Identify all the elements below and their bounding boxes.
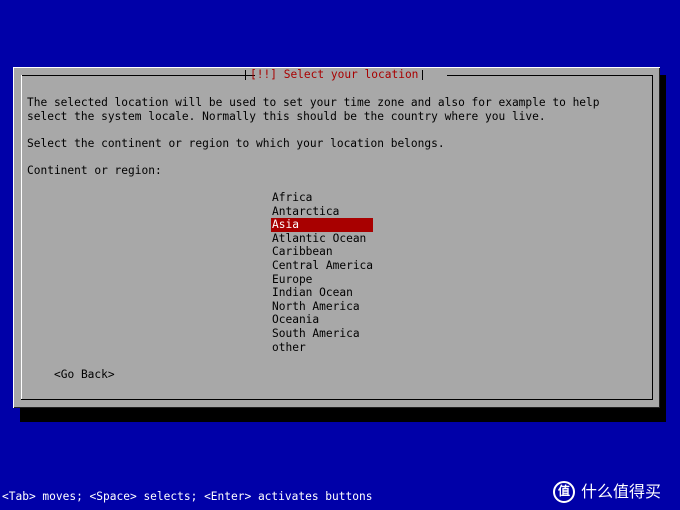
continent-option[interactable]: Africa <box>271 191 373 205</box>
continent-option[interactable]: Caribbean <box>271 245 373 259</box>
continent-option[interactable]: Asia <box>271 218 373 232</box>
continent-option[interactable]: Oceania <box>271 313 373 327</box>
frame-line <box>447 75 653 76</box>
watermark-logo-icon: 值 <box>553 481 575 503</box>
prompt-text: Select the continent or region to which … <box>27 137 445 150</box>
continent-option[interactable]: other <box>271 341 373 355</box>
continent-list[interactable]: Africa Antarctica Asia Atlantic Ocean Caribb… <box>271 191 373 354</box>
continent-option[interactable]: Indian Ocean <box>271 286 373 300</box>
continent-option[interactable]: North America <box>271 300 373 314</box>
continent-option[interactable]: South America <box>271 327 373 341</box>
dialog-title: [!!] Select your location <box>241 68 427 82</box>
title-space <box>277 68 284 82</box>
continent-field-label: Continent or region: <box>27 164 162 177</box>
frame-line <box>21 75 22 400</box>
select-location-dialog: [!!] Select your location The selected l… <box>13 67 660 408</box>
watermark-text: 什么值得买 <box>581 482 662 502</box>
go-back-button[interactable]: <Go Back> <box>54 368 115 382</box>
continent-option[interactable]: Europe <box>271 273 373 287</box>
watermark: 值 什么值得买 <box>553 481 661 503</box>
installer-screen: [!!] Select your location The selected l… <box>0 0 680 510</box>
title-priority: [!!] <box>250 68 277 82</box>
help-bar: <Tab> moves; <Space> selects; <Enter> ac… <box>2 490 373 503</box>
frame-line <box>21 399 653 400</box>
frame-line <box>652 75 653 400</box>
frame-line <box>21 75 255 76</box>
title-divider <box>422 70 424 80</box>
dialog-title-text: Select your location <box>283 68 419 82</box>
continent-option[interactable]: Central America <box>271 259 373 273</box>
title-divider <box>245 70 246 80</box>
continent-option[interactable]: Atlantic Ocean <box>271 232 373 246</box>
intro-text: The selected location will be used to se… <box>27 96 600 123</box>
continent-option[interactable]: Antarctica <box>271 205 373 219</box>
